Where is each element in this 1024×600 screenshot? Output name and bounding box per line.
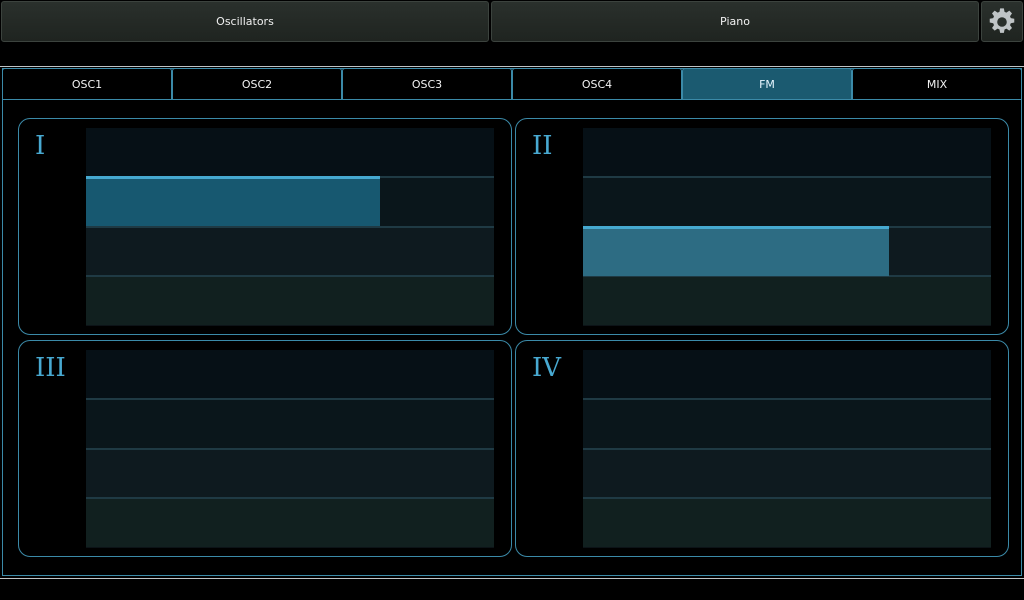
tab-label: OSC4 [581, 77, 613, 91]
settings-button[interactable] [981, 1, 1023, 42]
modulation-grid[interactable] [86, 350, 494, 548]
grid-row[interactable] [583, 499, 991, 547]
tab-label: OSC3 [411, 77, 443, 91]
grid-row[interactable] [583, 400, 991, 448]
top-bar: Oscillators Piano [0, 0, 1024, 44]
grid-row[interactable] [86, 400, 494, 448]
fm-operator-panel-iii: III [18, 340, 512, 557]
tab-osc3[interactable]: OSC3 [342, 68, 512, 100]
gear-icon [989, 7, 1015, 33]
grid-row[interactable] [86, 499, 494, 547]
grid-row[interactable] [86, 277, 494, 325]
tab-osc2[interactable]: OSC2 [172, 68, 342, 100]
tab-label: OSC2 [241, 77, 273, 91]
tab-label: MIX [926, 77, 948, 91]
grid-row[interactable] [86, 228, 494, 276]
grid-row[interactable] [583, 277, 991, 325]
oscillators-label: Oscillators [216, 15, 274, 28]
grid-row[interactable] [583, 128, 991, 176]
tab-osc1[interactable]: OSC1 [2, 68, 172, 100]
divider [0, 66, 1024, 67]
grid-row[interactable] [583, 178, 991, 226]
tab-bar: OSC1 OSC2 OSC3 OSC4 FM MIX [2, 68, 1022, 100]
level-bar[interactable] [86, 176, 380, 226]
grid-row[interactable] [86, 450, 494, 498]
tab-fm[interactable]: FM [682, 68, 852, 100]
modulation-grid[interactable] [583, 350, 991, 548]
piano-button[interactable]: Piano [491, 1, 979, 42]
tab-label: FM [759, 77, 775, 91]
grid-row[interactable] [583, 350, 991, 398]
panel-label: I [35, 131, 46, 161]
modulation-grid[interactable] [583, 128, 991, 326]
panel-label: II [532, 131, 553, 161]
level-bar[interactable] [583, 226, 889, 276]
fm-operator-panel-ii: II [515, 118, 1009, 335]
modulation-grid[interactable] [86, 128, 494, 326]
grid-row[interactable] [86, 128, 494, 176]
fm-operator-panel-i: I [18, 118, 512, 335]
grid-row[interactable] [86, 350, 494, 398]
panel-label: IV [532, 353, 562, 383]
panel-label: III [35, 353, 66, 383]
oscillators-button[interactable]: Oscillators [1, 1, 489, 42]
fm-operator-panel-iv: IV [515, 340, 1009, 557]
tab-mix[interactable]: MIX [852, 68, 1022, 100]
tab-label: OSC1 [71, 77, 103, 91]
divider [0, 578, 1024, 579]
grid-row[interactable] [583, 450, 991, 498]
tab-osc4[interactable]: OSC4 [512, 68, 682, 100]
piano-label: Piano [720, 15, 750, 28]
